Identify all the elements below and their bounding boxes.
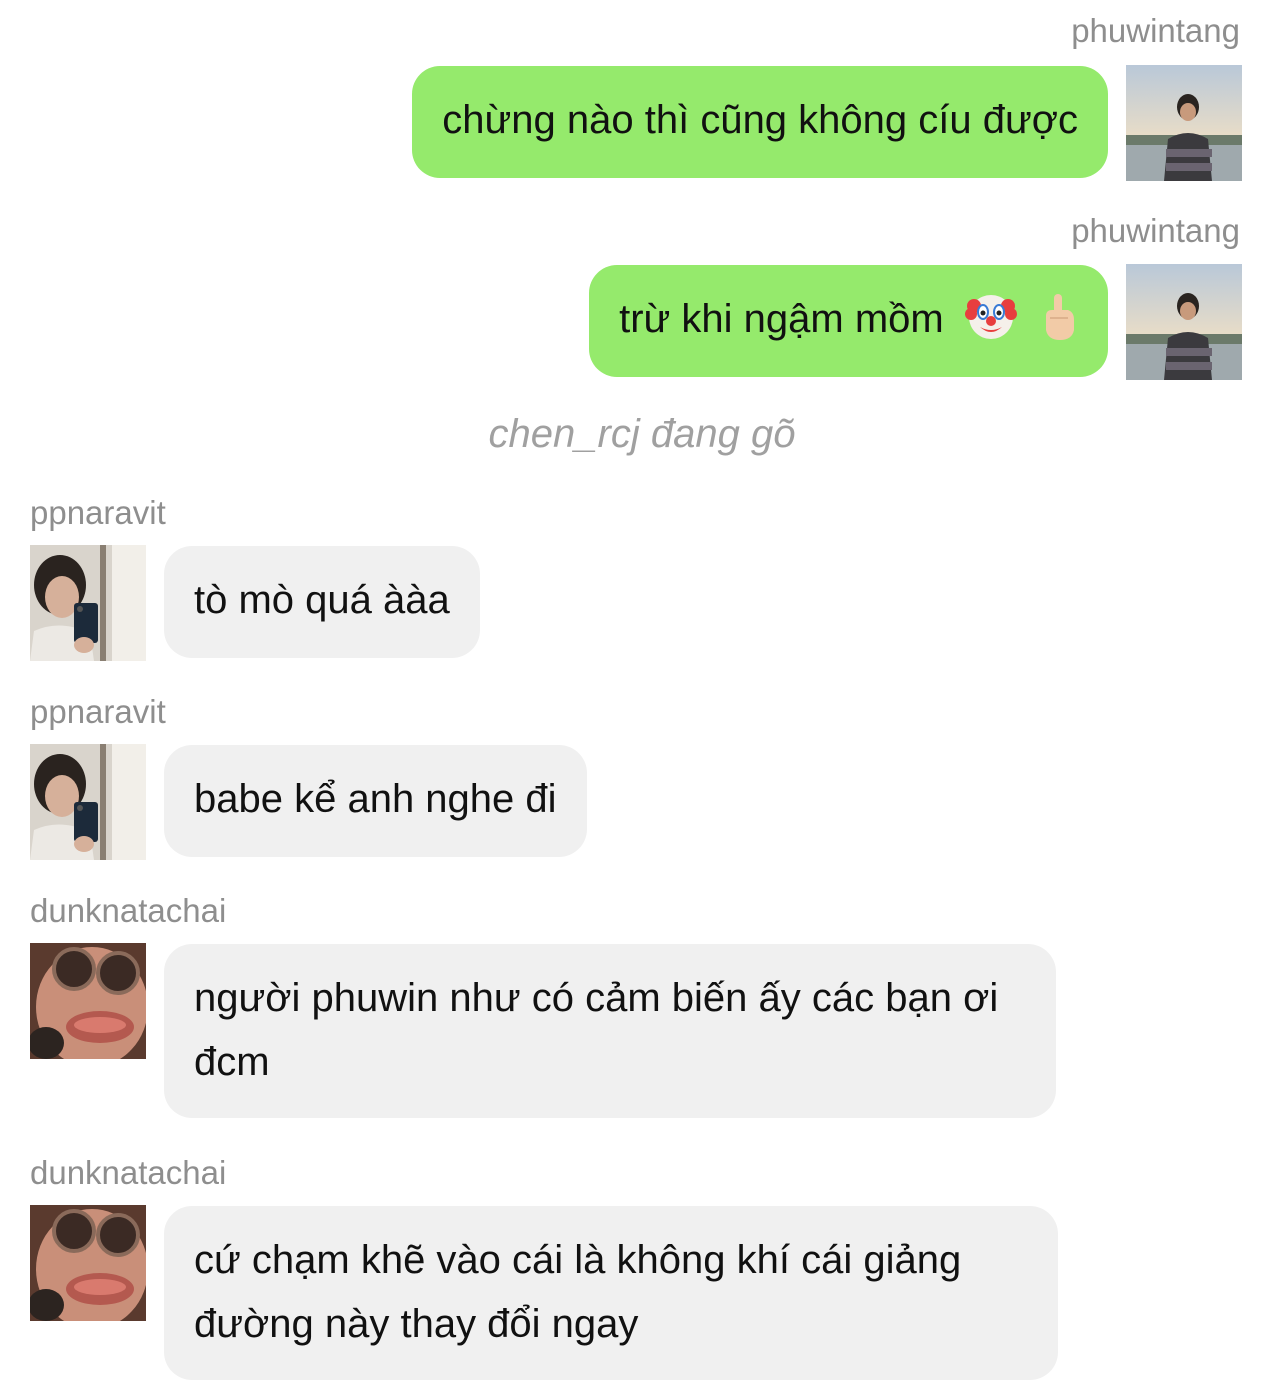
funny-face-avatar[interactable] [30,943,146,1059]
mirror-selfie-avatar[interactable] [30,545,146,661]
sender-name: dunknatachai [30,892,227,929]
outdoor-portrait-avatar[interactable] [1126,65,1242,181]
message-bubble[interactable]: babe kể anh nghe đi [164,745,587,857]
message-bubble[interactable]: trừ khi ngậm mồm [589,265,1108,377]
message-text: chừng nào thì cũng không cíu được [442,98,1078,142]
message-bubble[interactable]: tò mò quá ààa [164,546,480,658]
message-bubble[interactable]: cứ chạm khẽ vào cái là không khí cái giả… [164,1206,1058,1380]
clown-face-emoji [964,290,1017,361]
message-text: cứ chạm khẽ vào cái là không khí cái giả… [194,1238,962,1346]
funny-face-avatar[interactable] [30,1205,146,1321]
message-text: tò mò quá ààa [194,578,450,622]
typing-indicator: chen_rcj đang gõ [488,412,796,456]
message-bubble[interactable]: chừng nào thì cũng không cíu được [412,66,1108,178]
sender-name: ppnaravit [30,693,166,730]
sender-name: dunknatachai [30,1154,227,1191]
sender-name: phuwintang [1071,212,1240,249]
sender-name: ppnaravit [30,494,166,531]
raised-finger-emoji [1038,290,1078,361]
sender-name: phuwintang [1071,12,1240,49]
mirror-selfie-avatar[interactable] [30,744,146,860]
message-text: trừ khi ngậm mồm [619,297,944,341]
message-text: người phuwin như có cảm biến ấy các bạn … [194,976,999,1084]
message-bubble[interactable]: người phuwin như có cảm biến ấy các bạn … [164,944,1056,1118]
message-text: babe kể anh nghe đi [194,777,557,821]
outdoor-portrait-avatar[interactable] [1126,264,1242,380]
